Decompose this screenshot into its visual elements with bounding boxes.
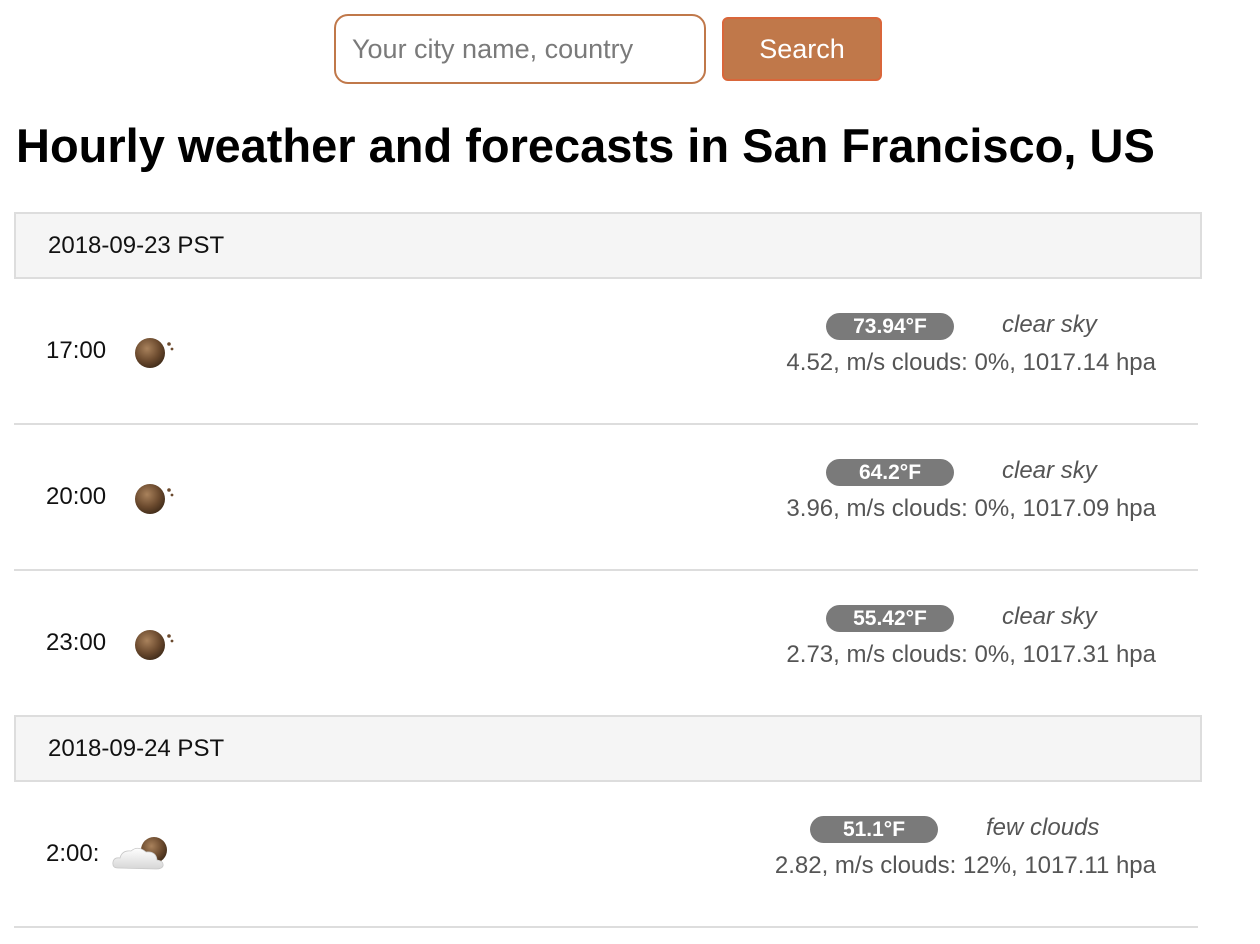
day-header: 2018-09-23 PST	[14, 212, 1202, 279]
day-header: 2018-09-24 PST	[14, 715, 1202, 782]
weather-description: few clouds	[986, 814, 1100, 841]
weather-details: 2.82, m/s clouds: 12%, 1017.11 hpa	[774, 852, 1156, 879]
weather-description: clear sky	[1002, 457, 1097, 484]
page-title: Hourly weather and forecasts in San Fran…	[16, 119, 1155, 172]
weather-details: 3.96, m/s clouds: 0%, 1017.09 hpa	[786, 495, 1156, 522]
weather-details: 2.73, m/s clouds: 0%, 1017.31 hpa	[786, 641, 1156, 668]
hour-row: 20:00 64.2°F clear sky 3.96, m/s clouds:…	[14, 425, 1198, 571]
hour-row: 23:00 55.42°F clear sky 2.73, m/s clouds…	[14, 571, 1198, 715]
temperature-badge: 55.42°F	[826, 605, 954, 632]
forecast-list: 2018-09-23 PST 17:00 73.94°F clear sky 4…	[14, 212, 1202, 928]
hour-time: 20:00	[46, 483, 107, 510]
clear-sky-night-icon	[135, 484, 174, 514]
day-date: 2018-09-23 PST	[48, 231, 225, 259]
search-bar: Search	[334, 14, 882, 84]
city-search-input[interactable]	[334, 14, 706, 84]
temperature-badge: 73.94°F	[826, 313, 954, 340]
few-clouds-night-icon	[112, 837, 167, 870]
hour-time: 23:00	[46, 629, 107, 656]
weather-description: clear sky	[1002, 603, 1097, 630]
clear-sky-night-icon	[135, 630, 174, 660]
weather-details: 4.52, m/s clouds: 0%, 1017.14 hpa	[786, 349, 1156, 376]
search-button[interactable]: Search	[722, 17, 882, 81]
temperature-badge: 51.1°F	[810, 816, 938, 843]
temperature-badge: 64.2°F	[826, 459, 954, 486]
hour-row: 2:00: 51.1°F few clouds 2.82, m/s clouds…	[14, 782, 1198, 928]
weather-description: clear sky	[1002, 311, 1097, 338]
hour-row: 17:00 73.94°F clear sky 4.52, m/s clouds…	[14, 279, 1198, 425]
hour-time: 17:00	[46, 337, 107, 364]
hour-time: 2:00:	[46, 840, 100, 867]
clear-sky-night-icon	[135, 338, 174, 368]
day-date: 2018-09-24 PST	[48, 734, 225, 762]
